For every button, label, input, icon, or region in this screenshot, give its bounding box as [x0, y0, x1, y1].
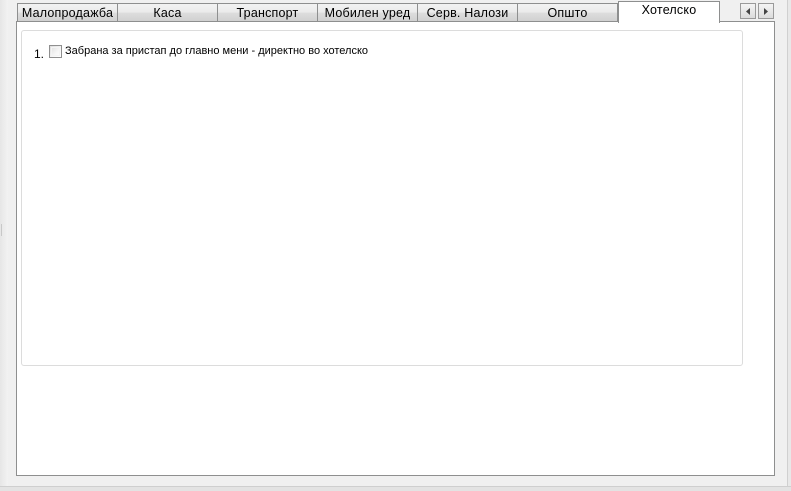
tab-kasa[interactable]: Каса	[118, 3, 218, 22]
options-group: 1. Забрана за пристап до главно мени - д…	[21, 30, 743, 366]
deny-main-menu-checkbox[interactable]	[49, 44, 63, 58]
tab-scroll-right-button[interactable]	[758, 3, 774, 19]
tab-opshto[interactable]: Општо	[518, 3, 618, 22]
window-border-bottom	[0, 486, 791, 491]
option-row: 1. Забрана за пристап до главно мени - д…	[34, 44, 368, 61]
chevron-left-icon	[746, 7, 750, 15]
option-number: 1.	[34, 47, 45, 61]
window-border-right	[787, 0, 791, 490]
tab-mobilen-ured[interactable]: Мобилен уред	[318, 3, 418, 22]
splitter-handle[interactable]	[0, 0, 8, 490]
settings-window: Малопродажба Каса Транспорт Мобилен уред…	[0, 0, 791, 491]
tab-scroll-buttons	[740, 3, 774, 19]
tab-hotelsko[interactable]: Хотелско	[618, 1, 720, 23]
tab-panel-hotelsko: 1. Забрана за пристап до главно мени - д…	[16, 21, 775, 476]
grip-icon	[1, 224, 7, 236]
tab-serv-nalozi[interactable]: Серв. Налози	[418, 3, 518, 22]
tab-scroll-left-button[interactable]	[740, 3, 756, 19]
deny-main-menu-label[interactable]: Забрана за пристап до главно мени - дире…	[65, 45, 368, 57]
chevron-right-icon	[764, 7, 768, 15]
tab-strip: Малопродажба Каса Транспорт Мобилен уред…	[17, 1, 720, 23]
tab-transport[interactable]: Транспорт	[218, 3, 318, 22]
tab-maloprodazhba[interactable]: Малопродажба	[17, 3, 118, 22]
